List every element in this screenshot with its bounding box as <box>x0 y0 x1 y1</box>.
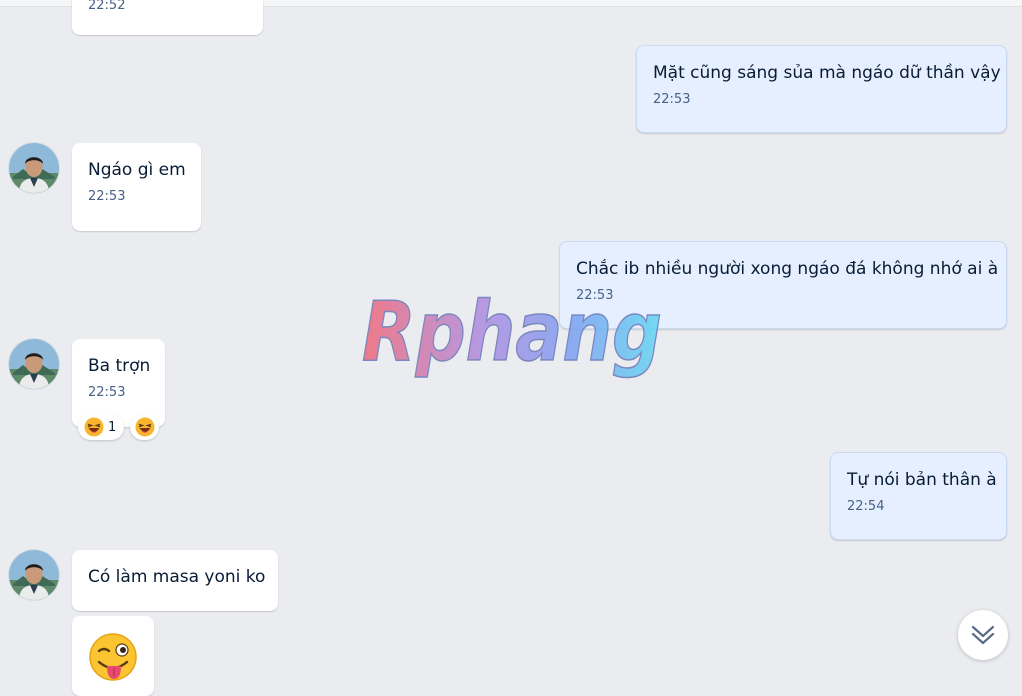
avatar[interactable] <box>9 143 59 193</box>
message-text: Có làm masa yoni ko <box>88 567 266 587</box>
message-time: 22:52 <box>88 0 126 13</box>
watermark-text: Rphang <box>362 288 662 380</box>
message-text: Tự nói bản thân à <box>847 470 997 490</box>
message-time: 22:53 <box>88 385 126 400</box>
message-time: 22:53 <box>653 92 691 107</box>
winking-tongue-emoji-icon <box>89 633 137 681</box>
scroll-to-bottom-button[interactable] <box>958 610 1008 660</box>
reaction-summary[interactable]: 1 <box>78 414 124 440</box>
message-bubble-incoming[interactable]: Ngáo gì em 22:53 <box>72 143 201 231</box>
add-reaction-button[interactable] <box>130 414 159 440</box>
message-bubble-outgoing[interactable]: Mặt cũng sáng sủa mà ngáo dữ thần vậy 22… <box>636 45 1007 133</box>
message-text: Chắc ib nhiều người xong ngáo đá không n… <box>576 259 999 279</box>
reaction-count: 1 <box>108 419 117 435</box>
message-bubble-outgoing[interactable]: Tự nói bản thân à 22:54 <box>830 452 1007 540</box>
message-time: 22:54 <box>847 499 885 514</box>
sticker-bubble[interactable] <box>72 616 154 696</box>
avatar[interactable] <box>9 339 59 389</box>
avatar[interactable] <box>9 550 59 600</box>
message-time: 22:53 <box>88 189 126 204</box>
message-bubble-incoming[interactable]: Có làm masa yoni ko <box>72 550 278 611</box>
laughing-emoji-icon <box>84 417 104 437</box>
message-text: Ba trợn <box>88 356 151 376</box>
message-bubble-incoming[interactable]: 22:52 <box>72 0 263 35</box>
message-text: Mặt cũng sáng sủa mà ngáo dữ thần vậy <box>653 63 1001 83</box>
watermark-logo: Rphang <box>350 284 680 388</box>
double-chevron-down-icon <box>971 625 995 645</box>
message-text: Ngáo gì em <box>88 160 186 180</box>
laughing-emoji-icon <box>135 417 154 437</box>
